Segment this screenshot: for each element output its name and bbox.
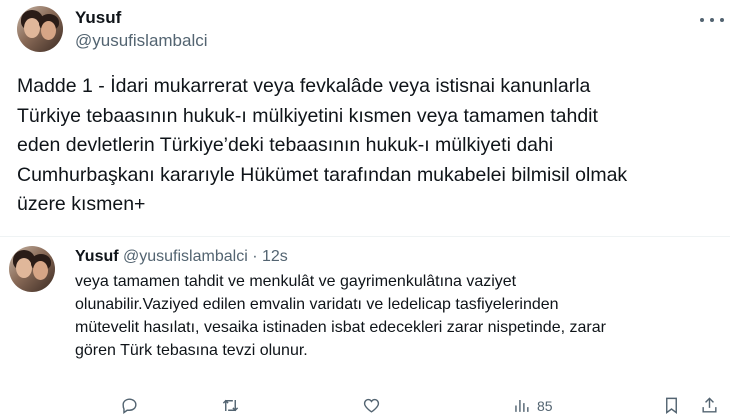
author-name[interactable]: Yusuf [75,8,121,28]
bookmark-icon [666,397,677,415]
reply-author-name[interactable]: Yusuf [75,248,119,265]
reply-avatar[interactable] [9,246,55,292]
reply-timestamp[interactable]: 12s [262,248,288,265]
reply-text: veya tamamen tahdit ve menkulât ve gayri… [75,273,606,359]
tweet-text: Madde 1 - İdari mukarrerat veya fevkalâd… [17,75,628,215]
views-count: 85 [537,397,553,414]
more-horizontal-icon[interactable] [700,12,724,28]
like-button[interactable] [362,396,381,415]
views-button[interactable]: 85 [512,396,553,415]
share-icon [702,397,717,413]
bookmark-button[interactable] [662,396,681,415]
heart-icon [363,398,380,413]
reply-button[interactable] [120,396,139,415]
reply-author-handle[interactable]: @yusufislambalci [123,248,248,265]
retweet-icon [222,399,239,412]
reply-icon [122,398,137,415]
action-bar: 85 [0,393,730,419]
avatar[interactable] [17,6,63,52]
reply-header: Yusuf @yusufislambalci · 12s [75,248,288,266]
views-icon [515,399,529,412]
main-tweet: Yusuf @yusufislambalci Madde 1 - İdari m… [0,0,730,236]
author-handle[interactable]: @yusufislambalci [75,31,208,51]
divider [0,236,730,237]
meta-separator: · [252,248,258,265]
retweet-button[interactable] [221,396,240,415]
share-button[interactable] [700,396,719,415]
